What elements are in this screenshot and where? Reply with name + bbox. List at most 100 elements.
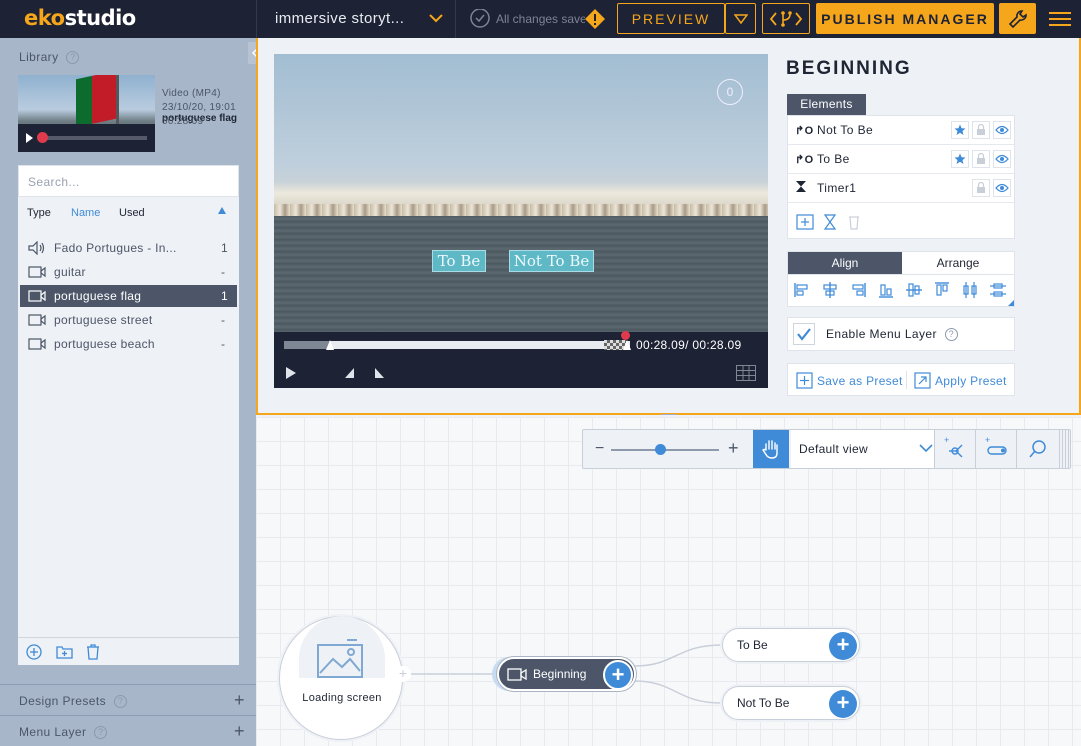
play-icon[interactable] <box>286 367 296 379</box>
sort-by-type[interactable]: Type <box>27 207 51 219</box>
playhead[interactable] <box>621 331 630 340</box>
tab-arrange[interactable]: Arrange <box>902 252 1014 274</box>
media-type: Video (MP4) <box>162 88 221 99</box>
add-child-node-button[interactable]: + <box>829 690 857 718</box>
video-button-not-to-be[interactable]: Not To Be <box>509 250 594 272</box>
warning-icon[interactable] <box>584 8 606 35</box>
expand-plus-icon[interactable]: + <box>234 690 245 711</box>
trash-icon[interactable] <box>86 644 100 660</box>
align-center-vertical-icon[interactable] <box>906 282 922 303</box>
library-panel: Search... Type Name Used Fado Portugues … <box>18 165 239 665</box>
add-circle-icon[interactable] <box>26 644 42 660</box>
eye-icon[interactable] <box>993 121 1011 139</box>
align-top-icon[interactable] <box>934 282 950 303</box>
node-to-be[interactable]: To Be + <box>722 628 860 662</box>
library-heading: Library ? <box>19 50 80 64</box>
publish-manager-button[interactable]: PUBLISH MANAGER <box>816 3 994 34</box>
add-after-loading-icon[interactable]: + <box>395 666 411 682</box>
eko-studio-logo[interactable]: ekostudio <box>24 6 136 30</box>
node-label: Not To Be <box>737 696 790 710</box>
library-item-name: Fado Portugues - In... <box>54 241 177 255</box>
out-point-handle[interactable] <box>623 340 631 350</box>
project-title[interactable]: immersive storyt... <box>275 10 404 27</box>
element-row[interactable]: ↱O To Be <box>788 145 1014 174</box>
help-icon[interactable]: ? <box>944 327 958 341</box>
lock-icon[interactable] <box>972 150 990 168</box>
add-child-node-button[interactable]: + <box>829 632 857 660</box>
library-item-selected[interactable]: portuguese flag 1 <box>20 285 237 307</box>
lock-icon[interactable] <box>972 179 990 197</box>
divider <box>256 0 257 38</box>
section-label: Menu Layer <box>19 725 87 739</box>
media-preview-thumbnail[interactable] <box>18 75 155 152</box>
play-icon[interactable] <box>26 133 33 143</box>
sort-by-name[interactable]: Name <box>71 207 100 219</box>
sort-by-used[interactable]: Used <box>119 207 145 219</box>
save-preset-icon <box>796 372 813 389</box>
thumbnail-progress-track[interactable] <box>41 136 147 140</box>
in-point-handle[interactable] <box>326 340 334 350</box>
save-as-preset-button[interactable]: Save as Preset <box>796 372 903 389</box>
distribute-horizontal-icon[interactable] <box>962 282 978 303</box>
menu-layer-section[interactable]: Menu Layer? + <box>0 715 256 745</box>
add-child-node-button[interactable]: + <box>603 660 633 690</box>
add-folder-icon[interactable] <box>56 644 73 660</box>
eye-icon[interactable] <box>993 179 1011 197</box>
story-canvas[interactable]: − + Default view + + Loading screen + Be… <box>256 417 1081 746</box>
trash-icon[interactable] <box>848 214 860 230</box>
loading-screen-label: Loading screen <box>302 692 382 704</box>
distribute-vertical-icon[interactable] <box>990 282 1006 303</box>
library-item[interactable]: portuguese beach - <box>20 333 237 355</box>
node-beginning[interactable]: Beginning + <box>497 657 636 691</box>
loading-screen-node[interactable]: Loading screen <box>279 616 403 740</box>
preview-dropdown-button[interactable] <box>725 3 756 34</box>
branch-button[interactable] <box>762 3 810 34</box>
chevron-down-icon[interactable] <box>428 10 444 31</box>
timeline-selected-range <box>330 341 630 349</box>
set-out-point-icon[interactable] <box>374 367 386 379</box>
video-button-to-be[interactable]: To Be <box>432 250 486 272</box>
thumbnail-progress-handle[interactable] <box>37 132 48 143</box>
video-icon <box>507 668 527 681</box>
help-icon[interactable]: ? <box>66 50 80 64</box>
search-input[interactable]: Search... <box>18 165 239 197</box>
library-footer <box>18 637 239 665</box>
node-not-to-be[interactable]: Not To Be + <box>722 686 860 720</box>
align-right-icon[interactable] <box>850 282 866 303</box>
preview-button[interactable]: PREVIEW <box>617 3 725 34</box>
star-icon[interactable] <box>951 150 969 168</box>
video-preview[interactable]: 0 To Be Not To Be <box>274 54 768 332</box>
check-circle-icon <box>470 9 490 29</box>
align-center-horizontal-icon[interactable] <box>822 282 838 303</box>
sort-ascending-icon[interactable] <box>218 207 226 214</box>
apply-preset-button[interactable]: Apply Preset <box>914 372 1007 389</box>
library-item[interactable]: guitar - <box>20 261 237 283</box>
design-presets-section[interactable]: Design Presets? + <box>0 684 256 714</box>
star-icon[interactable] <box>951 121 969 139</box>
tab-elements[interactable]: Elements <box>787 94 866 115</box>
tab-align[interactable]: Align <box>788 252 902 274</box>
add-element-icon[interactable] <box>796 214 814 230</box>
element-row[interactable]: ↱O Not To Be <box>788 116 1014 145</box>
library-item[interactable]: portuguese street - <box>20 309 237 331</box>
hamburger-menu-icon[interactable] <box>1049 11 1071 32</box>
settings-button[interactable] <box>999 3 1036 34</box>
help-icon[interactable]: ? <box>113 694 127 708</box>
expand-plus-icon[interactable]: + <box>234 721 245 742</box>
eye-icon[interactable] <box>993 150 1011 168</box>
timer-badge[interactable]: 0 <box>717 79 743 105</box>
eko-studio-app: ekostudio immersive storyt... All change… <box>0 0 1081 746</box>
video-shoreline <box>274 204 768 216</box>
set-in-point-icon[interactable] <box>344 367 356 379</box>
lock-icon[interactable] <box>972 121 990 139</box>
node-editor-panel: 0 To Be Not To Be 00:28.09/ 00:28.09 BEG… <box>256 38 1081 415</box>
align-bottom-icon[interactable] <box>878 282 894 303</box>
element-row[interactable]: Timer1 <box>788 174 1014 203</box>
grid-overlay-icon[interactable] <box>736 365 756 381</box>
library-item[interactable]: Fado Portugues - In... 1 <box>20 237 237 259</box>
apply-preset-label: Apply Preset <box>935 373 1007 388</box>
add-timer-icon[interactable] <box>824 214 836 230</box>
help-icon[interactable]: ? <box>94 725 108 739</box>
align-left-icon[interactable] <box>794 282 810 303</box>
enable-menu-layer-checkbox[interactable] <box>793 323 815 345</box>
